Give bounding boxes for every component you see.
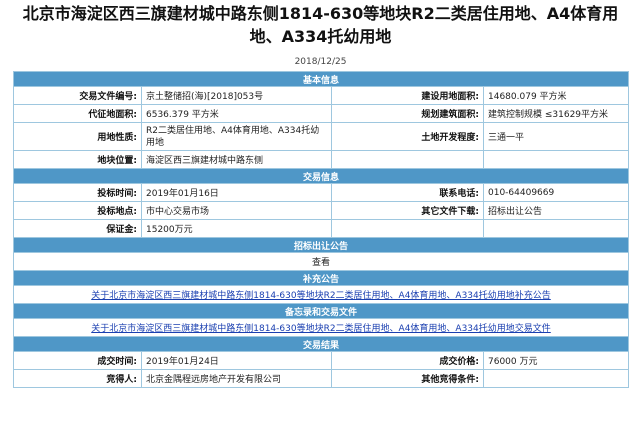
page-title-line1: 北京市海淀区西三旗建材城中路东侧1814-630等地块R2二类居住用地、A4体育…: [22, 4, 619, 23]
section-row-trade: 交易信息: [12, 168, 630, 184]
table-row: 地块位置: 海淀区西三旗建材城中路东侧: [13, 150, 630, 169]
section-header-filing: 备忘录和交易文件: [12, 303, 630, 319]
section-header-result: 交易结果: [12, 336, 630, 352]
section-row-result: 交易结果: [12, 336, 630, 352]
section-row-filing: 备忘录和交易文件: [12, 303, 630, 319]
bid-place-label: 投标地点:: [13, 201, 142, 220]
section-row-notice: 招标出让公告: [12, 237, 630, 253]
empty-cell: [482, 150, 630, 169]
construction-area-value: 14680.079 平方米: [482, 86, 630, 105]
table-row: 保证金: 15200万元: [13, 219, 630, 238]
section-row-supplement: 补充公告: [12, 270, 630, 286]
table-row: 竞得人: 北京金隅程远房地产开发有限公司 其他竞得条件:: [13, 369, 630, 388]
table-row: 查看: [12, 252, 630, 271]
table-row: 代征地面积: 6536.379 平方米 规划建筑面积: 建筑控制规模 ≤3162…: [13, 104, 630, 123]
land-info-table: 基本信息 交易文件编号: 京土整储招(海)[2018]053号 建设用地面积: …: [12, 71, 630, 388]
land-info-panel: 基本信息 交易文件编号: 京土整储招(海)[2018]053号 建设用地面积: …: [12, 71, 630, 388]
doc-no-label: 交易文件编号:: [13, 86, 142, 105]
planned-area-value: 建筑控制规模 ≤31629平方米: [482, 104, 630, 123]
supplement-notice-link[interactable]: 关于北京市海淀区西三旗建材城中路东侧1814-630等地块R2二类居住用地、A4…: [12, 285, 630, 304]
section-header-trade: 交易信息: [12, 168, 630, 184]
table-row: 投标地点: 市中心交易市场 其它文件下载: 招标出让公告: [13, 201, 630, 220]
deposit-value: 15200万元: [141, 219, 332, 238]
agent-area-label: 代征地面积:: [13, 104, 142, 123]
other-conditions-value: [482, 369, 630, 388]
table-row: 投标时间: 2019年01月16日 联系电话: 010-64409669: [13, 183, 630, 202]
bidder-label: 竞得人:: [13, 369, 142, 388]
table-row: 交易文件编号: 京土整储招(海)[2018]053号 建设用地面积: 14680…: [13, 86, 630, 105]
location-value: 海淀区西三旗建材城中路东侧: [141, 150, 332, 169]
section-header-supplement: 补充公告: [12, 270, 630, 286]
other-docs-label: 其它文件下载:: [331, 201, 484, 220]
table-row: 关于北京市海淀区西三旗建材城中路东侧1814-630等地块R2二类居住用地、A4…: [12, 285, 630, 304]
planned-area-label: 规划建筑面积:: [331, 104, 484, 123]
empty-cell: [331, 219, 484, 238]
bid-time-label: 投标时间:: [13, 183, 142, 202]
deal-price-value: 76000 万元: [482, 351, 630, 370]
page-title-line2: 地、A334托幼用地: [249, 27, 392, 46]
table-row: 成交时间: 2019年01月24日 成交价格: 76000 万元: [13, 351, 630, 370]
section-header-notice: 招标出让公告: [12, 237, 630, 253]
construction-area-label: 建设用地面积:: [331, 86, 484, 105]
land-use-label: 用地性质:: [13, 122, 142, 151]
section-row-basic: 基本信息: [12, 71, 630, 87]
agent-area-value: 6536.379 平方米: [141, 104, 332, 123]
table-row: 用地性质: R2二类居住用地、A4体育用地、A334托幼用地 土地开发程度: 三…: [13, 122, 630, 151]
bid-place-value: 市中心交易市场: [141, 201, 332, 220]
dev-level-value: 三通一平: [482, 122, 630, 151]
empty-cell: [482, 219, 630, 238]
trade-document-link[interactable]: 关于北京市海淀区西三旗建材城中路东侧1814-630等地块R2二类居住用地、A4…: [12, 318, 630, 337]
section-header-basic: 基本信息: [12, 71, 630, 87]
deal-time-value: 2019年01月24日: [141, 351, 332, 370]
bidder-value: 北京金隅程远房地产开发有限公司: [141, 369, 332, 388]
other-docs-download-link[interactable]: 招标出让公告: [482, 201, 630, 220]
bid-time-value: 2019年01月16日: [141, 183, 332, 202]
phone-label: 联系电话:: [331, 183, 484, 202]
deposit-label: 保证金:: [13, 219, 142, 238]
page-title: 北京市海淀区西三旗建材城中路东侧1814-630等地块R2二类居住用地、A4体育…: [0, 2, 641, 48]
phone-value: 010-64409669: [482, 183, 630, 202]
location-label: 地块位置:: [13, 150, 142, 169]
empty-cell: [331, 150, 484, 169]
doc-no-value: 京土整储招(海)[2018]053号: [141, 86, 332, 105]
publish-date: 2018/12/25: [294, 57, 347, 67]
deal-time-label: 成交时间:: [13, 351, 142, 370]
other-conditions-label: 其他竞得条件:: [331, 369, 484, 388]
dev-level-label: 土地开发程度:: [331, 122, 484, 151]
table-row: 关于北京市海淀区西三旗建材城中路东侧1814-630等地块R2二类居住用地、A4…: [12, 318, 630, 337]
land-use-value: R2二类居住用地、A4体育用地、A334托幼用地: [141, 122, 332, 151]
view-notice-link[interactable]: 查看: [12, 252, 630, 271]
deal-price-label: 成交价格:: [331, 351, 484, 370]
